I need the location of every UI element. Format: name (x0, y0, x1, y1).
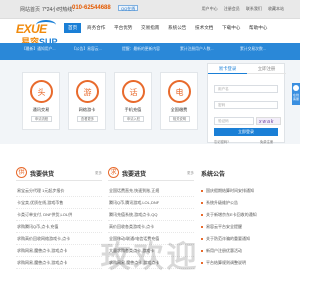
banner-item[interactable]: 累计注册用户人数... (180, 47, 214, 52)
supply-badge-icon: 供 (16, 167, 27, 178)
service-card-mobile[interactable]: 话 手机充值 申请入驻 (114, 72, 152, 130)
hotline-phone: 010-62544688 (72, 5, 111, 11)
list-item[interactable]: 易宝云分代理 1元起步报价 (16, 185, 102, 197)
online-service-float[interactable]: 在线客服 (292, 83, 300, 105)
supply-header: 供 我要供货 更多 (16, 166, 102, 181)
purchase-header: 求 我要进货 更多 (108, 166, 194, 181)
list-item[interactable]: 卡宝卖,优质在线,游戏币售 (16, 197, 102, 209)
service-title: 通讯交易 (32, 107, 50, 112)
nav-item-home[interactable]: 首页 (64, 23, 82, 33)
nav-item-advantage[interactable]: 平台优势 (114, 25, 132, 31)
notice-item[interactable]: 系统升级维护公告 (201, 197, 285, 209)
list-item[interactable]: 卡类订单支付, DNF供货,LOL供 (16, 209, 102, 221)
banner-item[interactable]: 【最新】通知用户... (22, 47, 56, 52)
top-link-favorite[interactable]: 收藏本站 (268, 6, 284, 11)
nav-item-guide[interactable]: 交易指南 (141, 25, 159, 31)
service-button[interactable]: 查看更多 (77, 116, 98, 122)
username-input[interactable]: 用户名 (214, 85, 278, 93)
forgot-password-link[interactable]: 忘记密码? (214, 139, 229, 144)
nav-item-business[interactable]: 商务合作 (87, 25, 105, 31)
gamepad-icon: 游 (76, 80, 99, 103)
notice-item[interactable]: 国庆假期结算时间安排通知 (201, 185, 285, 197)
service-button[interactable]: 申请流程 (31, 116, 52, 122)
top-links: 用户中心 注册会员 联系我们 收藏本站 (197, 6, 284, 12)
notice-title: 系统公告 (201, 172, 226, 178)
service-title: 网络游卡 (78, 107, 96, 112)
service-button[interactable]: 相关说明 (169, 116, 190, 122)
top-bar: 网站首页 7*24小时热线： 010-62544688 QQ在线 用户中心 注册… (0, 0, 300, 19)
logo-text-top: EXUE (16, 22, 47, 36)
service-title: 全国缴费 (170, 107, 188, 112)
top-link-contact[interactable]: 联系我们 (246, 6, 262, 11)
purchase-more-link[interactable]: 更多 (187, 171, 194, 176)
service-title: 手机充值 (124, 107, 142, 112)
top-home-link[interactable]: 网站首页 (20, 6, 40, 13)
online-service-label: 在线客服 (293, 93, 300, 101)
login-button[interactable]: 立即登录 (214, 128, 278, 136)
bullet-icon (201, 213, 203, 216)
register-link[interactable]: 免费注册 (260, 139, 273, 144)
tab-login[interactable]: 易卡登录 (208, 64, 247, 74)
nav-item-help[interactable]: 帮助中心 (249, 25, 267, 31)
service-card-utility[interactable]: 电 全国缴费 相关说明 (160, 72, 198, 130)
service-button[interactable]: 申请入驻 (123, 116, 144, 122)
captcha-input[interactable]: 验证码 (214, 117, 254, 125)
login-box: 易卡登录 立即注册 用户名 密码 验证码 xwak 立即登录 忘记密码? 免费注… (207, 63, 286, 144)
banner-item[interactable]: 提醒：最新的更新内容 (122, 47, 160, 52)
nav-item-download[interactable]: 下载中心 (222, 25, 240, 31)
top-link-register[interactable]: 注册会员 (224, 6, 240, 11)
service-card-communication[interactable]: 头 通讯交易 申请流程 (22, 72, 60, 130)
news-banner: 【最新】通知用户... 【公告】易容云... 提醒：最新的更新内容 累计注册用户… (0, 43, 300, 60)
nav-item-docs[interactable]: 技术文档 (195, 25, 213, 31)
purchase-badge-icon: 求 (108, 167, 119, 178)
main-nav: 首页 商务合作 平台优势 交易指南 系统公告 技术文档 下载中心 帮助中心 (64, 23, 294, 37)
tab-register[interactable]: 立即注册 (247, 64, 286, 74)
lightning-icon: 电 (168, 80, 191, 103)
bullet-icon (201, 201, 203, 204)
chat-icon (293, 85, 299, 91)
phone-icon: 话 (122, 80, 145, 103)
list-item[interactable]: 全国话费直充,快速到账,正规 (108, 185, 194, 197)
supply-more-link[interactable]: 更多 (95, 171, 102, 176)
password-input[interactable]: 密码 (214, 101, 278, 109)
qq-online-button[interactable]: QQ在线 (118, 5, 139, 11)
list-item[interactable]: 腾讯充值系统,游戏点卡,QQ (108, 209, 194, 221)
captcha-image[interactable]: xwak (256, 117, 281, 125)
service-card-game[interactable]: 游 网络游卡 查看更多 (68, 72, 106, 130)
bullet-icon (201, 225, 203, 228)
bullet-icon (201, 189, 203, 192)
supply-title: 我要供货 (30, 172, 55, 178)
notice-item[interactable]: 关于新增京东E卡回收的通知 (201, 209, 285, 221)
list-item[interactable]: 腾讯Q币,腾讯游戏,LOL,DNF (108, 197, 194, 209)
purchase-title: 我要进货 (122, 172, 147, 178)
watermark: 玫欢迎 (100, 241, 200, 274)
banner-item[interactable]: 【公告】易容云... (72, 47, 102, 52)
nav-item-notice[interactable]: 系统公告 (168, 25, 186, 31)
top-link-user-center[interactable]: 用户中心 (202, 6, 218, 11)
headset-icon: 头 (30, 80, 53, 103)
banner-item[interactable]: 累计交易次数... (240, 47, 266, 52)
